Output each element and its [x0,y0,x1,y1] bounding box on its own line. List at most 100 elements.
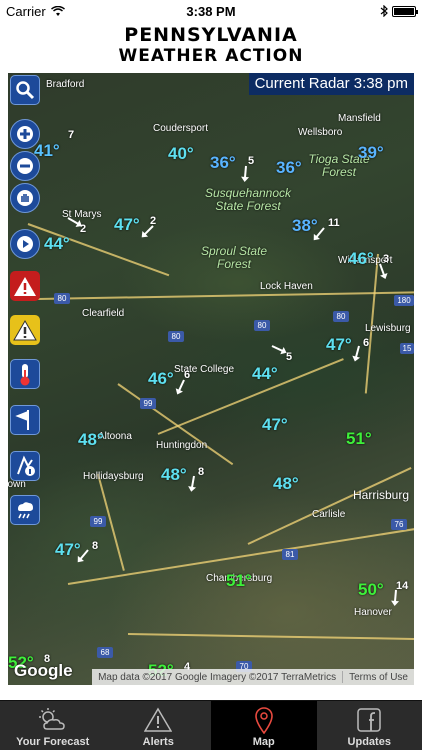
status-bar: Carrier 3:38 PM [0,0,422,22]
google-logo: Google [14,661,73,680]
place-mansfield: Mansfield [338,113,381,124]
wind-arrow [243,165,247,181]
place-coudersport: Coudersport [153,123,209,134]
place-state-college: State College [174,364,235,375]
tab-your-forecast[interactable]: Your Forecast [0,701,106,750]
highway-shield: 15 [400,343,414,354]
temp-label: 36° [210,153,236,172]
wind-speed: 6 [184,369,191,381]
battery-icon [392,5,418,17]
temp-label: 44° [252,364,278,383]
place-hollidaysburg: Hollidaysburg [83,471,144,482]
place-wellsboro: Wellsboro [298,127,343,138]
wind-speed: 8 [198,466,205,478]
tab-label: Alerts [142,736,174,748]
wind-arrow [177,379,185,394]
wind-speed: 3 [383,253,390,265]
warning-red-icon[interactable] [10,271,40,301]
temp-label: 47° [326,335,352,354]
attribution-text: Map data ©2017 Google Imagery ©2017 Terr… [98,671,337,683]
warning-icon [144,707,173,732]
temp-label: 39° [358,143,384,162]
wind-arrow [271,345,286,353]
app-title-line1: PENNSYLVANIA [124,24,298,46]
battery-area [380,5,418,17]
radar-timestamp: Current Radar 3:38 pm [248,73,414,95]
zoom-in-icon[interactable] [10,119,40,149]
place-harrisburg: Harrisburg [353,488,410,502]
highway-shield: 99 [140,398,156,409]
tab-label: Map [252,736,275,748]
place-bradford: Bradford [46,79,85,90]
warning-yellow-icon[interactable] [10,315,40,345]
app-title-line2: WEATHER ACTION [118,46,304,66]
wind-speed: 5 [286,351,293,363]
region-susquehannock: Susquehannock State Forest [204,186,292,213]
map-pin-icon [254,707,273,734]
wind-arrow [393,589,397,605]
tab-label: Your Forecast [16,736,90,748]
highway-shield: 80 [168,331,184,342]
highway-shield: 80 [333,311,349,322]
highway-shield: 76 [391,519,407,530]
region-sproul: Sproul State Forest [200,244,268,271]
temp-label: 46° [148,369,174,388]
temp-label: 50° [358,580,384,599]
tab-map[interactable]: Map [211,701,317,750]
wind-speed: 7 [68,129,75,141]
wind-arrow [142,225,154,237]
place-lock-haven: Lock Haven [260,281,313,292]
road [37,291,414,300]
wind-speed: 11 [328,217,340,229]
wind-speed: 8 [92,540,99,552]
search-icon[interactable] [10,75,40,105]
temp-label: 44° [44,234,70,253]
highway-shield: 81 [282,549,298,560]
temp-label: 36° [276,158,302,177]
place-clearfield: Clearfield [82,308,125,319]
wind-arrow [190,475,195,490]
tab-bar: Your Forecast Alerts Map Updates [0,700,422,750]
thermometer-icon[interactable] [10,359,40,389]
status-time: 3:38 PM [186,3,236,19]
highway-shield: 68 [97,647,113,658]
wind-speed: 5 [248,155,255,167]
highway-shield: 99 [90,516,106,527]
bluetooth-icon [380,5,388,17]
rain-icon[interactable] [10,495,40,525]
temp-label: 48° [78,430,104,449]
temp-label: 47° [114,215,140,234]
facebook-icon [357,708,381,732]
pan-hand-icon[interactable] [10,183,40,213]
terms-of-use-link[interactable]: Terms of Use [343,672,414,683]
temp-label: 51° [346,429,372,448]
temp-label: 46° [348,249,374,268]
zoom-out-icon[interactable] [10,151,40,181]
play-icon[interactable] [10,229,40,259]
tab-label: Updates [347,736,391,748]
wind-arrow [354,345,360,360]
highway-shield: 180 [394,295,414,306]
wind-icon[interactable] [10,405,40,435]
place-hanover: Hanover [354,607,392,618]
radar-map[interactable]: 80 80 80 80 180 99 99 81 76 68 70 15 Bra… [8,73,414,685]
road [117,383,234,466]
battery-level [394,7,414,15]
place-lewisburg: Lewisburg [365,323,411,334]
temp-label: 51° [226,571,252,590]
temp-label: 47° [262,415,288,434]
road [127,633,414,641]
temp-label: 48° [161,465,187,484]
sun-cloud-icon [38,708,65,730]
wind-speed: 14 [396,580,409,592]
map-attribution: Map data ©2017 Google Imagery ©2017 Terr… [92,669,414,685]
tab-updates[interactable]: Updates [317,701,422,750]
place-carlisle: Carlisle [312,509,346,520]
wind-speed: 6 [363,337,370,349]
highway-shield: 80 [54,293,70,304]
temp-label: 48° [273,474,299,493]
storm-info-icon[interactable] [10,451,40,481]
tab-alerts[interactable]: Alerts [106,701,212,750]
temp-label: 40° [168,144,194,163]
app-header: PENNSYLVANIA WEATHER ACTION [0,22,422,70]
